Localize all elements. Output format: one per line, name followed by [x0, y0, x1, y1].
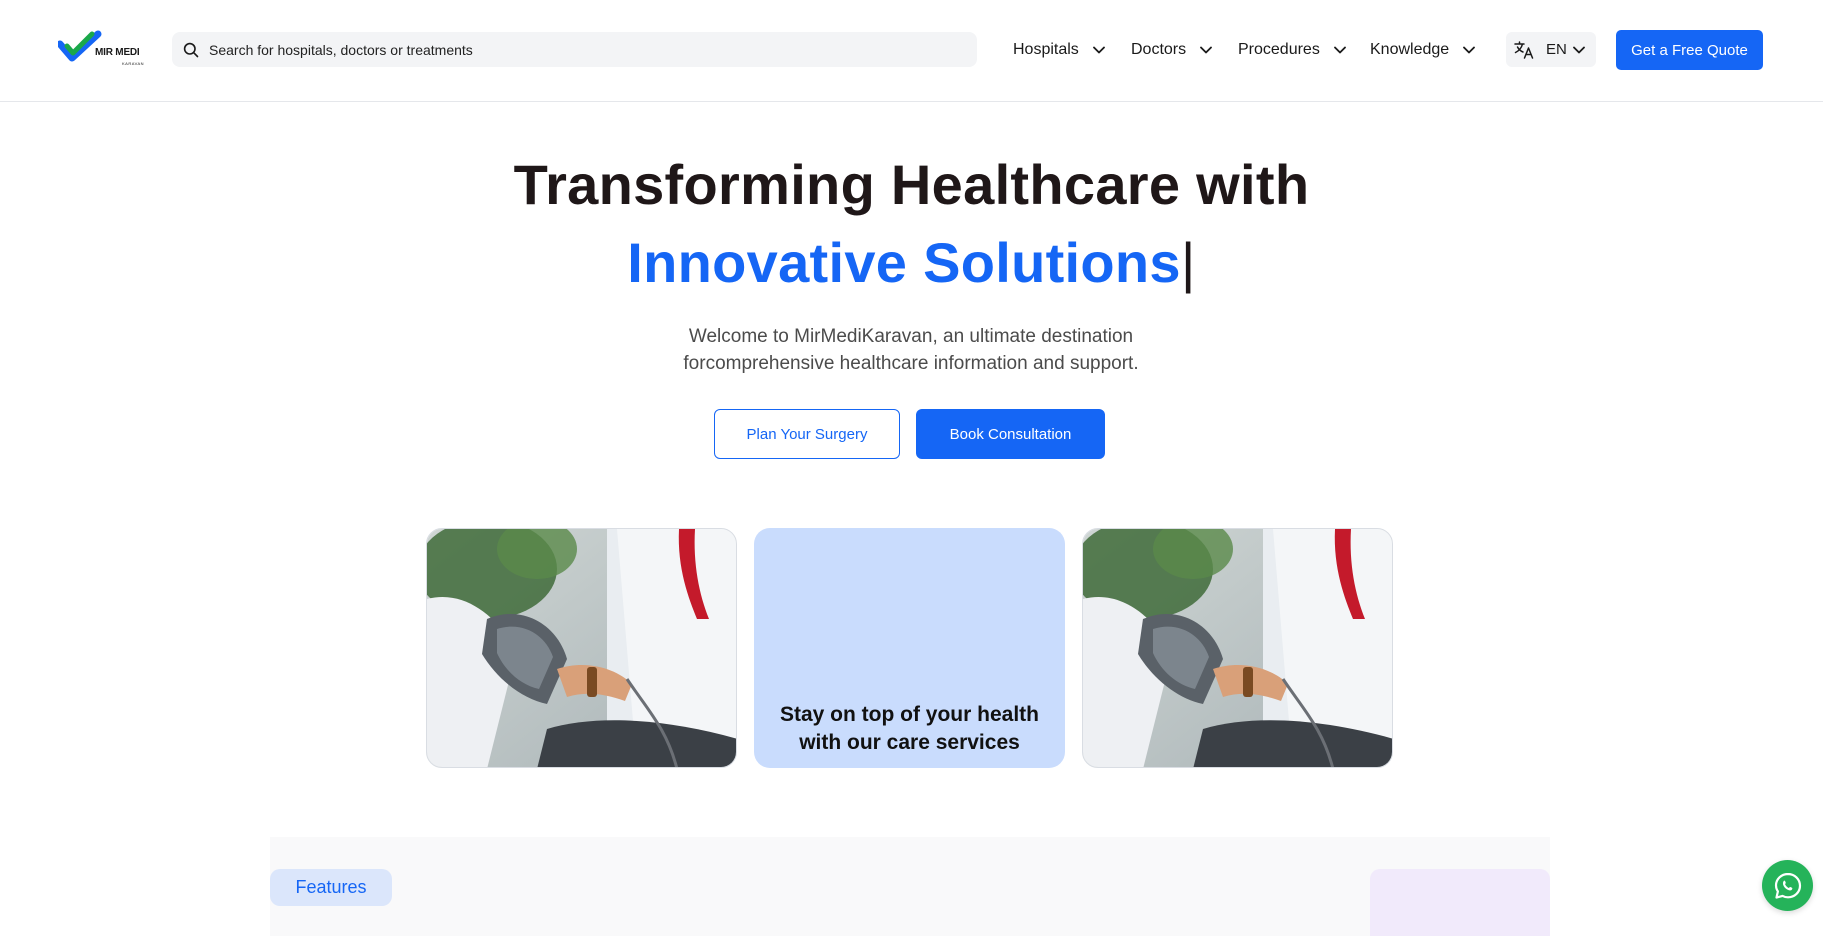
- care-services-line2: with our care services: [799, 731, 1020, 754]
- doctor-blood-pressure-image: [427, 529, 736, 767]
- brand-logo[interactable]: MIR MEDI KARAVAN: [56, 30, 146, 70]
- search-input[interactable]: [209, 41, 949, 58]
- hero-title-highlight: Innovative Solutions: [627, 231, 1181, 294]
- care-services-line1: Stay on top of your health: [779, 703, 1039, 726]
- nav-label: Doctors: [1131, 41, 1187, 58]
- language-selector[interactable]: EN: [1506, 32, 1596, 67]
- translate-icon: [1514, 40, 1534, 59]
- search-icon: [183, 42, 199, 57]
- doctor-photo-card-right: [1082, 528, 1393, 768]
- hero-subtitle: Welcome to MirMediKaravan, an ultimate d…: [561, 323, 1261, 377]
- care-services-card: Stay on top of your health with our care…: [754, 528, 1065, 768]
- logo-text: MIR MEDI: [95, 47, 140, 58]
- site-header: MIR MEDI KARAVAN Hospitals Doctors Proce…: [0, 0, 1823, 102]
- get-free-quote-button[interactable]: Get a Free Quote: [1616, 30, 1763, 70]
- features-section: [270, 837, 1550, 936]
- plan-surgery-button[interactable]: Plan Your Surgery: [714, 409, 900, 459]
- book-consultation-button[interactable]: Book Consultation: [916, 409, 1105, 459]
- nav-hospitals[interactable]: Hospitals: [1013, 37, 1105, 63]
- nav-label: Hospitals: [1013, 41, 1079, 58]
- search-bar[interactable]: [172, 32, 977, 67]
- hero-subtitle-line2: forcomprehensive healthcare information …: [683, 353, 1139, 374]
- chevron-down-icon: [1572, 46, 1585, 54]
- nav-knowledge[interactable]: Knowledge: [1370, 37, 1476, 63]
- doctor-blood-pressure-image: [1083, 529, 1392, 767]
- whatsapp-chat-button[interactable]: [1762, 860, 1813, 911]
- nav-label: Knowledge: [1370, 41, 1450, 58]
- care-services-text: Stay on top of your health with our care…: [754, 701, 1065, 757]
- hero-title-line1: Transforming Healthcare with: [513, 153, 1310, 216]
- chevron-down-icon: [1463, 46, 1476, 54]
- nav-doctors[interactable]: Doctors: [1131, 37, 1213, 63]
- typing-cursor: |: [1180, 231, 1196, 294]
- chevron-down-icon: [1092, 46, 1105, 54]
- hero-title-line2: Innovative Solutions|: [0, 230, 1823, 295]
- nav-procedures[interactable]: Procedures: [1238, 37, 1346, 63]
- doctor-photo-card-left: [426, 528, 737, 768]
- hero-subtitle-line1: Welcome to MirMediKaravan, an ultimate d…: [688, 326, 1134, 347]
- language-code: EN: [1546, 41, 1567, 58]
- features-side-panel: [1370, 869, 1550, 936]
- whatsapp-icon: [1774, 872, 1801, 899]
- logo-subtext: KARAVAN: [122, 61, 145, 66]
- chevron-down-icon: [1200, 46, 1213, 54]
- nav-label: Procedures: [1238, 41, 1320, 58]
- features-badge: Features: [270, 869, 392, 906]
- chevron-down-icon: [1333, 46, 1346, 54]
